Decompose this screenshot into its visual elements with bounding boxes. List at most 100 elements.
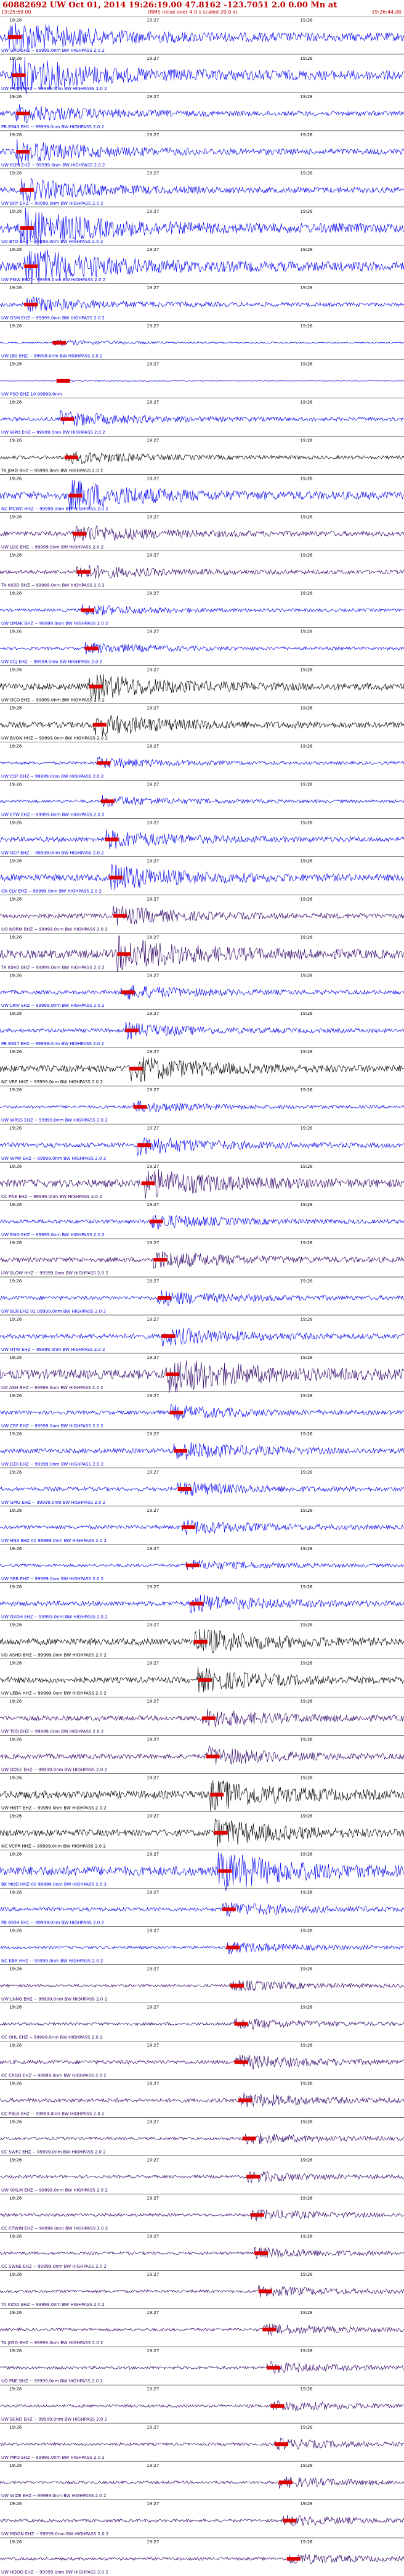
phase-pick-marker bbox=[262, 2328, 277, 2332]
station-trace: 19:26 19:27 19:28 TA J05D BHZ -- 99999.0nm … bbox=[0, 2308, 404, 2345]
time-tick-label: 19:26 bbox=[9, 1546, 22, 1551]
waveform bbox=[0, 1101, 404, 1113]
phase-pick-marker bbox=[270, 2404, 285, 2408]
time-tick-label: 19:28 bbox=[300, 1699, 312, 1704]
time-tick-label: 19:26 bbox=[9, 744, 22, 749]
time-tick-label: 19:28 bbox=[300, 1317, 312, 1322]
station-label: CC PBLK EHZ -- 99999.0nm BW HIGHPASS 2.0… bbox=[1, 2111, 104, 2116]
station-trace: 19:26 19:27 19:28 UW CRF EHZ -- 99999.0nm B… bbox=[0, 1391, 404, 1429]
time-tick-label: 19:26 bbox=[9, 133, 22, 137]
end-time: 19:26:44.00 bbox=[371, 9, 402, 15]
waveform bbox=[0, 2093, 404, 2107]
station-trace: 19:26 19:27 19:28 PB B934 EH1 -- 99999.0nm … bbox=[0, 1888, 404, 1926]
time-tick-label: 19:28 bbox=[300, 1776, 312, 1781]
time-tick-label: 19:26 bbox=[9, 1699, 22, 1704]
waveform bbox=[0, 1902, 404, 1917]
phase-pick-marker bbox=[169, 1411, 184, 1415]
time-tick-label: 19:28 bbox=[300, 667, 312, 672]
time-tick-label: 19:28 bbox=[300, 1049, 312, 1054]
station-trace: 19:26 19:27 19:28 UW FMW EHZ -- 99999.0nm B… bbox=[0, 245, 404, 284]
station-label: UW WIZE EHZ -- 99999.0nm BW HIGHPASS 2.0… bbox=[1, 2493, 106, 2498]
phase-pick-marker bbox=[185, 1563, 200, 1567]
phase-pick-marker bbox=[24, 302, 38, 306]
time-tick-label: 19:26 bbox=[9, 1393, 22, 1398]
waveform bbox=[0, 2514, 404, 2527]
station-label: UW LRIV EHZ -- 99999.0nm BW HIGHPASS 2.0… bbox=[1, 1003, 105, 1008]
time-tick-label: 19:26 bbox=[9, 1852, 22, 1857]
time-tick-label: 19:26 bbox=[9, 1279, 22, 1284]
time-tick-label: 19:28 bbox=[300, 1890, 312, 1895]
time-tick-label: 19:27 bbox=[147, 1699, 159, 1704]
station-trace: 19:26 19:27 19:28 UW GSM EHZ -- 99999.0nm B… bbox=[0, 283, 404, 321]
time-tick-label: 19:28 bbox=[300, 2348, 312, 2353]
station-trace: 19:26 19:27 19:28 UW GMO EHZ -- 99999.0nm B… bbox=[0, 1467, 404, 1505]
waveform bbox=[0, 297, 404, 312]
station-trace: 19:26 19:27 19:28 CC PNE EHZ -- 99999.0nm B… bbox=[0, 1162, 404, 1199]
waveform bbox=[0, 1519, 404, 1535]
waveform bbox=[0, 1290, 404, 1306]
phase-pick-marker bbox=[68, 493, 83, 498]
time-tick-label: 19:28 bbox=[300, 1355, 312, 1360]
waveform bbox=[0, 829, 404, 849]
station-trace: 19:26 19:27 19:28 CC PBLK EHZ -- 99999.0nm … bbox=[0, 2079, 404, 2116]
time-tick-label: 19:28 bbox=[300, 515, 312, 520]
station-trace: 19:26 19:27 19:28 TA K05D BHZ -- 99999.0nm … bbox=[0, 2270, 404, 2307]
time-tick-label: 19:28 bbox=[300, 2196, 312, 2201]
phase-pick-marker bbox=[258, 2289, 272, 2294]
station-trace: 19:26 19:27 19:28 UW DVOH EHZ -- 99999.0nm … bbox=[0, 1582, 404, 1620]
time-tick-label: 19:26 bbox=[9, 1890, 22, 1895]
waveform bbox=[0, 2170, 404, 2183]
time-tick-label: 19:26 bbox=[9, 1508, 22, 1513]
scale-note: (RMS noise over 4.0 s scaled 20.0 x) bbox=[148, 9, 238, 15]
time-tick-label: 19:27 bbox=[147, 553, 159, 558]
time-tick-label: 19:27 bbox=[147, 1355, 159, 1360]
station-trace: 19:26 19:27 19:28 UW BLOW HHZ -- 99999.0nm … bbox=[0, 1238, 404, 1276]
phase-pick-marker bbox=[129, 1067, 143, 1071]
station-label: UW GRO EHZ -- 99999.0nm BW HIGHPASS 2.0 … bbox=[1, 48, 105, 53]
waveform bbox=[0, 757, 404, 768]
time-tick-label: 19:27 bbox=[147, 18, 159, 23]
time-tick-label: 19:27 bbox=[147, 1737, 159, 1742]
phase-pick-marker bbox=[60, 417, 75, 421]
time-tick-label: 19:26 bbox=[9, 1929, 22, 1934]
station-label: UW ETW EHZ -- 99999.0nm BW HIGHPASS 2.0 … bbox=[1, 812, 105, 817]
waveform bbox=[0, 2054, 404, 2070]
station-trace: 19:26 19:27 19:28 UW BLN EHZ 01 99999.0nm B… bbox=[0, 1276, 404, 1314]
time-tick-label: 19:28 bbox=[300, 94, 312, 99]
phase-pick-marker bbox=[222, 1907, 236, 1911]
station-label: CC SWF2 EHZ -- 99999.0nm BW HIGHPASS 2.0… bbox=[1, 2149, 106, 2154]
time-tick-label: 19:28 bbox=[300, 973, 312, 978]
time-tick-label: 19:26 bbox=[9, 1011, 22, 1016]
time-tick-label: 19:28 bbox=[300, 2119, 312, 2124]
time-tick-label: 19:26 bbox=[9, 591, 22, 596]
phase-pick-marker bbox=[92, 723, 107, 727]
station-trace: 19:26 19:27 19:28 UW MOON EHZ -- 99999.0nm … bbox=[0, 2499, 404, 2537]
phase-pick-marker bbox=[81, 608, 95, 612]
phase-pick-marker bbox=[210, 1792, 224, 1797]
station-label: UW JBO EHZ -- 99999.0nm BW HIGHPASS 2.0 … bbox=[1, 354, 102, 359]
phase-pick-marker bbox=[202, 1716, 216, 1720]
station-trace: 19:26 19:27 19:28 UO PNE BHZ -- 99999.0nm B… bbox=[0, 2346, 404, 2384]
time-tick-label: 19:28 bbox=[300, 2081, 312, 2086]
time-tick-label: 19:27 bbox=[147, 1890, 159, 1895]
time-tick-label: 19:27 bbox=[147, 400, 159, 405]
waveform bbox=[0, 1942, 404, 1955]
time-tick-label: 19:28 bbox=[300, 400, 312, 405]
phase-pick-marker bbox=[117, 952, 131, 956]
waveform bbox=[0, 139, 404, 165]
time-tick-label: 19:27 bbox=[147, 2272, 159, 2277]
time-tick-label: 19:26 bbox=[9, 1966, 22, 1971]
time-tick-label: 19:26 bbox=[9, 362, 22, 367]
station-trace: 19:26 19:27 19:28 UW ETW EHZ -- 99999.0nm B… bbox=[0, 780, 404, 817]
station-label: NC VRP HHZ -- 99999.0nm BW HIGHPASS 2.0 … bbox=[1, 1080, 103, 1085]
time-tick-label: 19:27 bbox=[147, 1432, 159, 1437]
time-tick-label: 19:27 bbox=[147, 1623, 159, 1628]
station-label: UW WPW EHZ -- 99999.0nm BW HIGHPASS 2.0 … bbox=[1, 1156, 106, 1161]
waveform bbox=[0, 2554, 404, 2564]
station-label: CC OHL EHZ -- 99999.0nm BW HIGHPASS 2.0 … bbox=[1, 2035, 103, 2040]
station-label: UW OMAK BHZ -- 99999.0nm BW HIGHPASS 2.0… bbox=[1, 621, 108, 626]
waveform bbox=[0, 1559, 404, 1570]
time-tick-label: 19:27 bbox=[147, 2081, 159, 2086]
station-trace: 19:26 19:27 19:28 PB B927 EH2 -- 99999.0nm … bbox=[0, 1009, 404, 1046]
phase-pick-marker bbox=[12, 73, 26, 78]
